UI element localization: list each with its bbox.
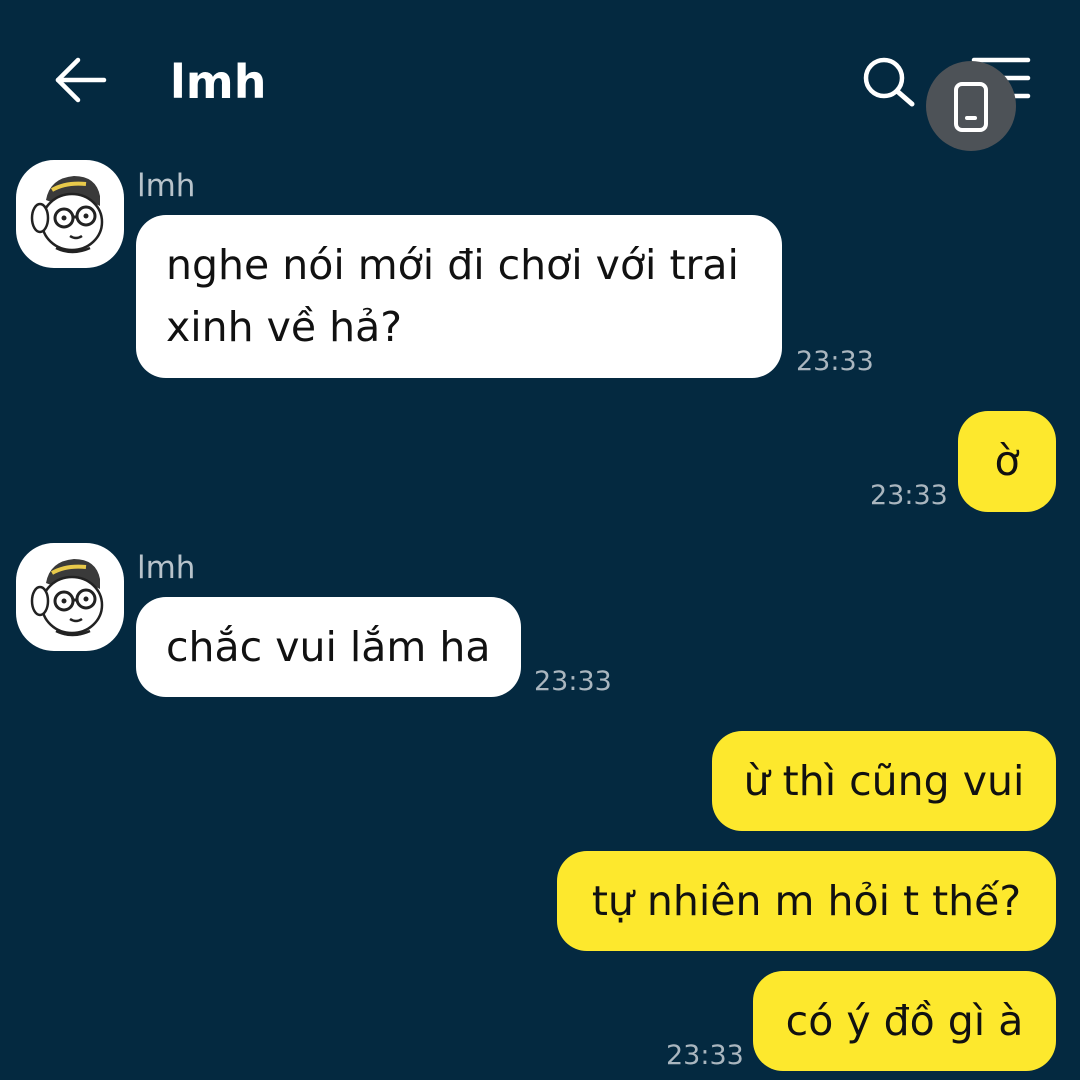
avatar[interactable]	[16, 543, 124, 651]
message-text: chắc vui lắm ha	[166, 623, 491, 671]
avatar[interactable]	[16, 160, 124, 268]
outgoing-message-bubble[interactable]: ờ	[958, 411, 1056, 512]
incoming-message-bubble[interactable]: nghe nói mới đi chơi với trai xinh về hả…	[136, 215, 782, 378]
message-timestamp: 23:33	[666, 1040, 744, 1071]
message-text: ờ	[994, 437, 1020, 485]
phone-icon	[954, 82, 988, 132]
arrow-left-icon	[55, 57, 107, 103]
message-text: ừ thì cũng vui	[743, 757, 1025, 805]
cartoon-face-icon	[30, 176, 104, 254]
outgoing-message-bubble[interactable]: ừ thì cũng vui	[712, 731, 1056, 831]
chat-title: lmh	[170, 55, 267, 109]
message-timestamp: 23:33	[870, 480, 948, 511]
search-button[interactable]	[858, 52, 922, 116]
cartoon-face-icon	[30, 559, 104, 637]
message-text: tự nhiên m hỏi t thế?	[591, 877, 1022, 925]
message-timestamp: 23:33	[534, 666, 612, 697]
floating-phone-button[interactable]	[926, 61, 1016, 151]
incoming-message-bubble[interactable]: chắc vui lắm ha	[136, 597, 521, 697]
outgoing-message-bubble[interactable]: có ý đồ gì à	[753, 971, 1056, 1071]
message-text-line: xinh về hả?	[166, 303, 403, 351]
chat-header: lmh	[0, 0, 1080, 151]
search-icon	[863, 57, 915, 107]
sender-name: lmh	[137, 168, 196, 204]
sender-name: lmh	[137, 550, 196, 586]
back-button[interactable]	[50, 50, 114, 114]
outgoing-message-bubble[interactable]: tự nhiên m hỏi t thế?	[557, 851, 1056, 951]
message-text-line: nghe nói mới đi chơi với trai	[166, 241, 739, 289]
message-timestamp: 23:33	[796, 346, 874, 377]
message-text: có ý đồ gì à	[785, 997, 1024, 1045]
